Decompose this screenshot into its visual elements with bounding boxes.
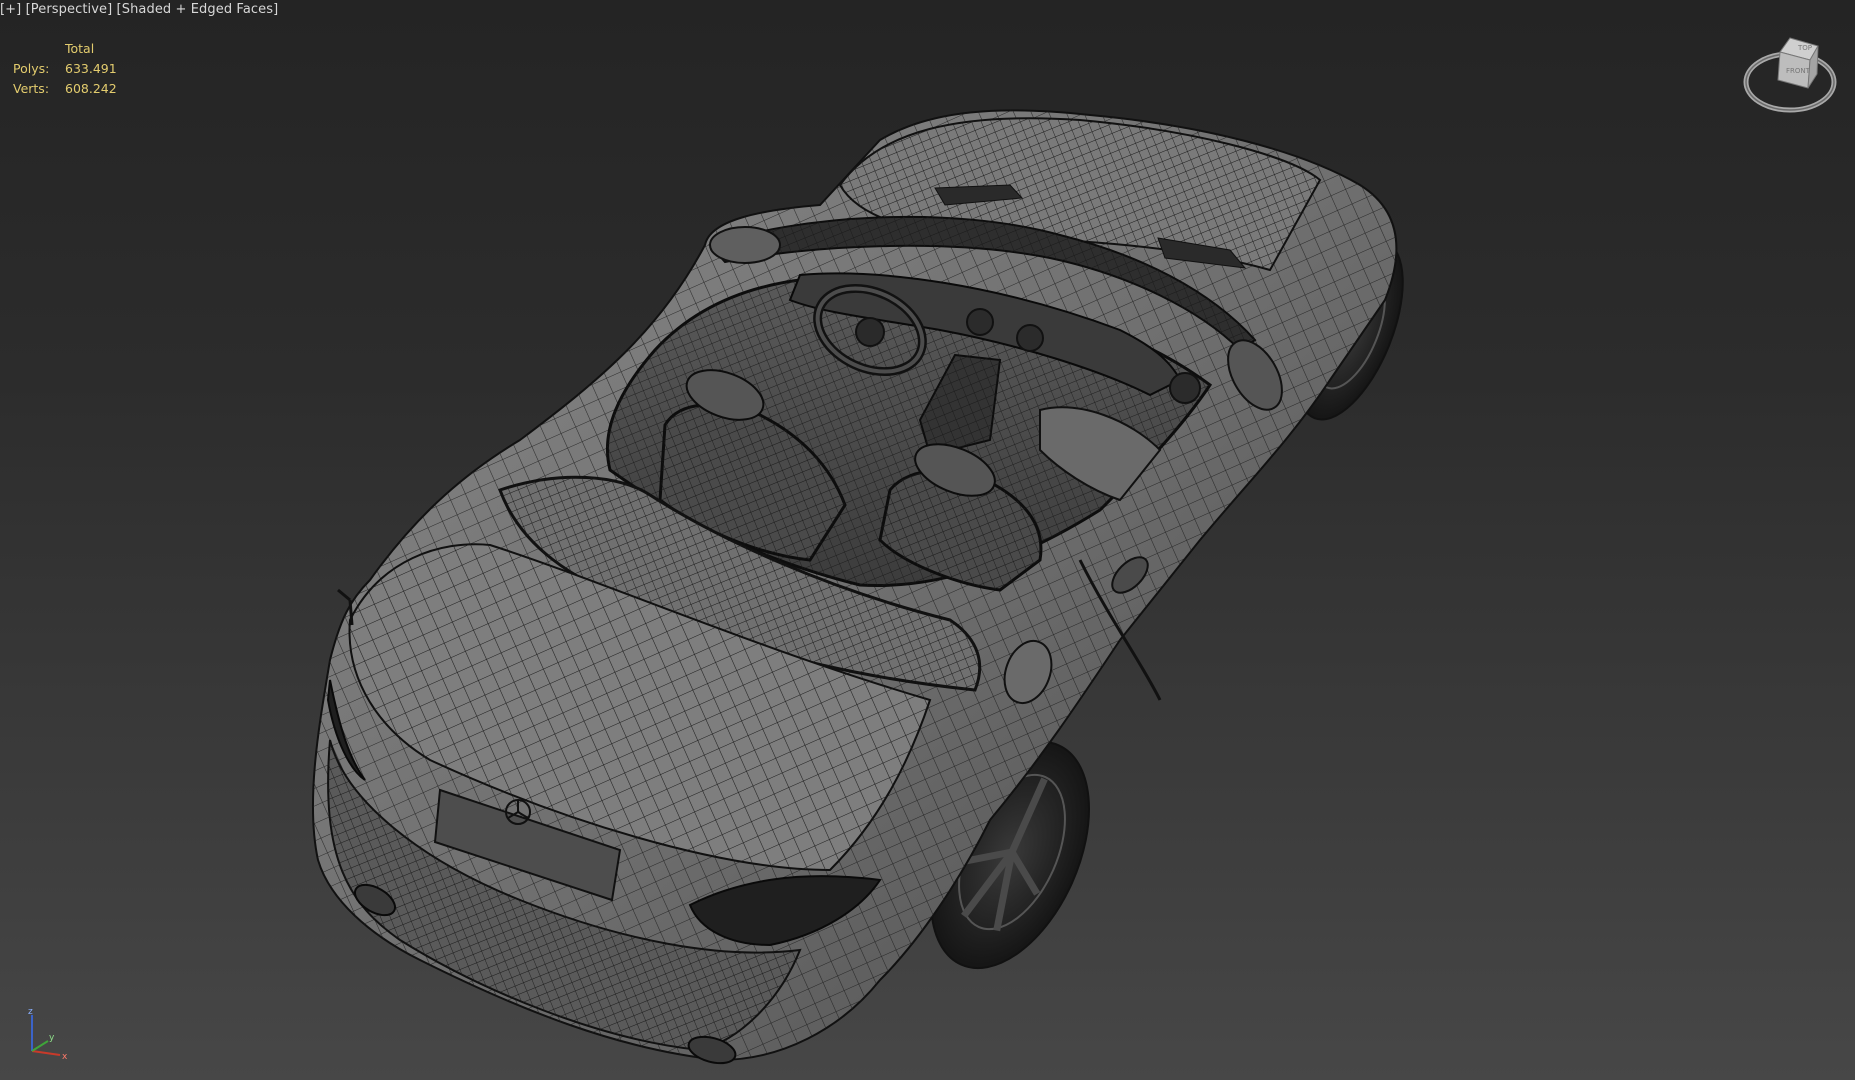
axis-z-label: z <box>28 1007 33 1017</box>
axis-tripod-icon: z x y <box>28 1007 68 1061</box>
antenna <box>337 588 351 602</box>
gauge-2 <box>1016 324 1044 352</box>
viewcube-icon[interactable]: TOP FRONT <box>1740 30 1840 120</box>
axis-x-label: x <box>62 1052 68 1061</box>
viewcube-top-label: TOP <box>1797 44 1812 52</box>
mirror-left <box>709 226 781 264</box>
gauge-1 <box>966 308 994 336</box>
car-wireframe-model[interactable] <box>0 0 1855 1080</box>
perspective-viewport[interactable]: [+] [Perspective] [Shaded + Edged Faces]… <box>0 0 1855 1080</box>
viewcube-front-label: FRONT <box>1786 67 1811 75</box>
axis-y-label: y <box>49 1033 55 1043</box>
gauge-3 <box>1169 372 1201 404</box>
